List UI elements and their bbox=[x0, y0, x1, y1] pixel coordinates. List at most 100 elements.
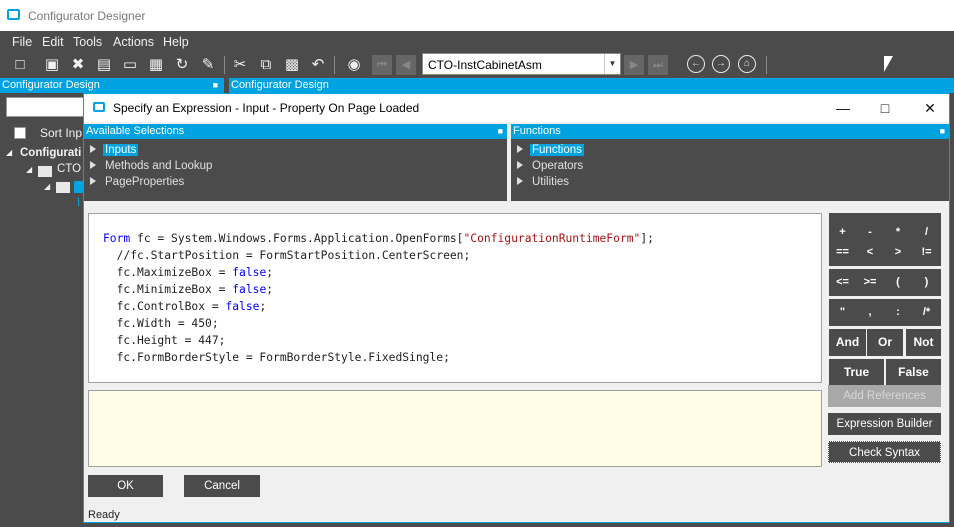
equals-button[interactable]: == bbox=[829, 239, 856, 266]
expand-arrow-icon[interactable] bbox=[90, 145, 96, 153]
code-text: fc.ControlBox = bbox=[103, 300, 226, 313]
dialog-title: Specify an Expression - Input - Property… bbox=[113, 101, 420, 115]
first-record-icon[interactable]: ⏮ bbox=[372, 55, 392, 75]
library-icon[interactable]: ▦ bbox=[146, 55, 166, 75]
not-equal-button[interactable]: != bbox=[912, 239, 941, 266]
back-icon[interactable]: ← bbox=[687, 55, 705, 73]
pin-icon[interactable]: ■ bbox=[498, 124, 503, 139]
close-paren-button[interactable]: ) bbox=[912, 269, 941, 296]
left-pane-title: Configurator Design bbox=[2, 79, 100, 91]
list-item-operators[interactable]: Operators bbox=[517, 160, 585, 172]
available-selections-title: Available Selections bbox=[86, 125, 185, 137]
check-syntax-button[interactable]: Check Syntax bbox=[828, 441, 941, 463]
left-pane-header: Configurator Design ■ bbox=[0, 78, 224, 93]
configurator-select[interactable]: CTO-InstCabinetAsm ▼ bbox=[422, 53, 621, 75]
menu-tools[interactable]: Tools bbox=[73, 35, 102, 49]
delete-icon[interactable]: ✖ bbox=[68, 55, 88, 75]
list-item-utilities[interactable]: Utilities bbox=[517, 176, 571, 188]
or-button[interactable]: Or bbox=[867, 329, 903, 356]
list-item-inputs[interactable]: Inputs bbox=[90, 144, 139, 156]
comma-button[interactable]: , bbox=[856, 299, 884, 326]
tree-root[interactable]: Configurati bbox=[20, 147, 81, 159]
code-text: ]; bbox=[640, 232, 654, 245]
chevron-down-icon[interactable]: ▼ bbox=[604, 54, 620, 74]
menu-file[interactable]: File bbox=[12, 35, 32, 49]
refresh-icon[interactable]: ↻ bbox=[172, 55, 192, 75]
brush-icon[interactable]: ✎ bbox=[198, 55, 218, 75]
forward-icon[interactable]: → bbox=[712, 55, 730, 73]
list-item-methods[interactable]: Methods and Lookup bbox=[90, 160, 214, 172]
undo-icon[interactable]: ↶ bbox=[308, 55, 328, 75]
open-paren-button[interactable]: ( bbox=[884, 269, 912, 296]
code-line: fc.ControlBox = false; bbox=[103, 298, 821, 315]
pin-icon[interactable]: ■ bbox=[213, 78, 218, 93]
folder-icon bbox=[56, 182, 70, 193]
greater-than-button[interactable]: > bbox=[884, 239, 912, 266]
expand-arrow-icon[interactable] bbox=[90, 161, 96, 169]
quote-button[interactable]: " bbox=[829, 299, 856, 326]
minimize-icon[interactable]: — bbox=[833, 98, 853, 118]
sort-checkbox[interactable] bbox=[14, 127, 26, 139]
not-button[interactable]: Not bbox=[906, 329, 941, 356]
status-text: Ready bbox=[88, 509, 120, 521]
code-text: fc.MaximizeBox = bbox=[103, 266, 233, 279]
app-titlebar: Configurator Designer bbox=[0, 0, 954, 31]
binoculars-icon[interactable]: ◉ bbox=[344, 55, 364, 75]
maximize-icon[interactable]: □ bbox=[875, 98, 895, 118]
code-keyword: Form bbox=[103, 232, 131, 245]
save-icon[interactable]: ▣ bbox=[42, 55, 62, 75]
book-icon[interactable]: ▤ bbox=[94, 55, 114, 75]
colon-button[interactable]: : bbox=[884, 299, 912, 326]
cut-icon[interactable]: ✂ bbox=[230, 55, 250, 75]
right-pane-title: Configurator Design bbox=[231, 79, 329, 91]
less-equal-button[interactable]: <= bbox=[829, 269, 856, 296]
expression-builder-button[interactable]: Expression Builder bbox=[828, 413, 941, 435]
tree-collapse-icon[interactable]: ◢ bbox=[6, 148, 12, 157]
available-selections-list: Inputs Methods and Lookup PageProperties bbox=[84, 139, 507, 201]
menu-bar: File Edit Tools Actions Help bbox=[0, 31, 954, 53]
list-item-label: PageProperties bbox=[105, 176, 185, 188]
less-than-button[interactable]: < bbox=[856, 239, 884, 266]
add-references-button[interactable]: Add References bbox=[828, 385, 941, 407]
new-icon[interactable]: □ bbox=[10, 55, 30, 75]
close-icon[interactable]: ✕ bbox=[920, 98, 940, 118]
pin-icon[interactable]: ■ bbox=[940, 124, 945, 139]
paste-icon[interactable]: ▩ bbox=[282, 55, 302, 75]
cancel-button[interactable]: Cancel bbox=[184, 475, 260, 497]
list-item-pageproperties[interactable]: PageProperties bbox=[90, 176, 186, 188]
tree-node-cto[interactable]: CTO bbox=[57, 163, 81, 175]
and-button[interactable]: And bbox=[829, 329, 866, 356]
home-icon[interactable]: ⌂ bbox=[738, 55, 756, 73]
expression-editor[interactable]: Form fc = System.Windows.Forms.Applicati… bbox=[88, 213, 822, 383]
expand-arrow-icon[interactable] bbox=[517, 145, 523, 153]
expand-arrow-icon[interactable] bbox=[517, 177, 523, 185]
functions-title: Functions bbox=[513, 125, 561, 137]
code-keyword: false bbox=[225, 300, 260, 313]
false-button[interactable]: False bbox=[886, 359, 941, 386]
list-item-label: Operators bbox=[532, 160, 584, 172]
comment-button[interactable]: /* bbox=[912, 299, 941, 326]
true-button[interactable]: True bbox=[829, 359, 884, 386]
next-record-icon[interactable]: ▶ bbox=[624, 55, 644, 75]
sort-label: Sort Inp bbox=[40, 126, 83, 140]
list-item-functions[interactable]: Functions bbox=[517, 144, 584, 156]
expand-arrow-icon[interactable] bbox=[517, 161, 523, 169]
syntax-output[interactable] bbox=[88, 390, 822, 467]
menu-help[interactable]: Help bbox=[163, 35, 189, 49]
tree-collapse-icon[interactable]: ◢ bbox=[26, 165, 32, 174]
last-record-icon[interactable]: ⏭ bbox=[648, 55, 668, 75]
tree-search-input[interactable] bbox=[6, 97, 86, 117]
note-icon[interactable]: ▭ bbox=[120, 55, 140, 75]
copy-icon[interactable]: ⧉ bbox=[256, 55, 276, 75]
code-keyword: false bbox=[232, 266, 267, 279]
expand-arrow-icon[interactable] bbox=[90, 177, 96, 185]
tree-collapse-icon[interactable]: ◢ bbox=[44, 182, 50, 191]
menu-edit[interactable]: Edit bbox=[42, 35, 64, 49]
menu-actions[interactable]: Actions bbox=[113, 35, 154, 49]
tree-node-input[interactable]: I bbox=[77, 197, 80, 209]
ok-button[interactable]: OK bbox=[88, 475, 163, 497]
list-item-label: Functions bbox=[530, 144, 584, 156]
code-line: //fc.StartPosition = FormStartPosition.C… bbox=[103, 249, 471, 262]
previous-record-icon[interactable]: ◀ bbox=[396, 55, 416, 75]
greater-equal-button[interactable]: >= bbox=[856, 269, 884, 296]
